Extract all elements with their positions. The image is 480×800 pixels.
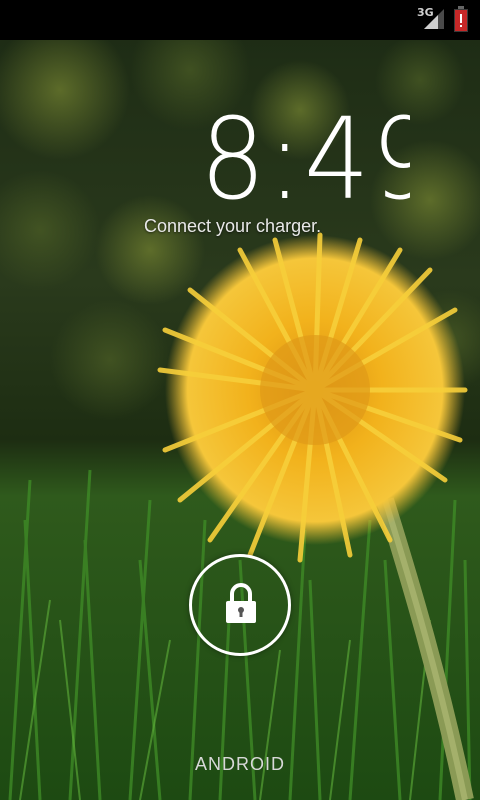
battery-alert-icon	[454, 6, 468, 32]
charger-message: Connect your charger.	[144, 216, 322, 236]
signal-icon	[424, 9, 444, 29]
unlock-button[interactable]	[189, 554, 291, 656]
status-bar: 3G	[0, 0, 480, 40]
lockscreen: 3G 8:49 Connect your charger. ANDROID	[0, 0, 480, 800]
carrier-label: ANDROID	[194, 754, 285, 774]
clock-time: 8:49	[200, 104, 410, 204]
clock: 8:49	[200, 104, 410, 204]
lock-icon	[226, 583, 256, 623]
